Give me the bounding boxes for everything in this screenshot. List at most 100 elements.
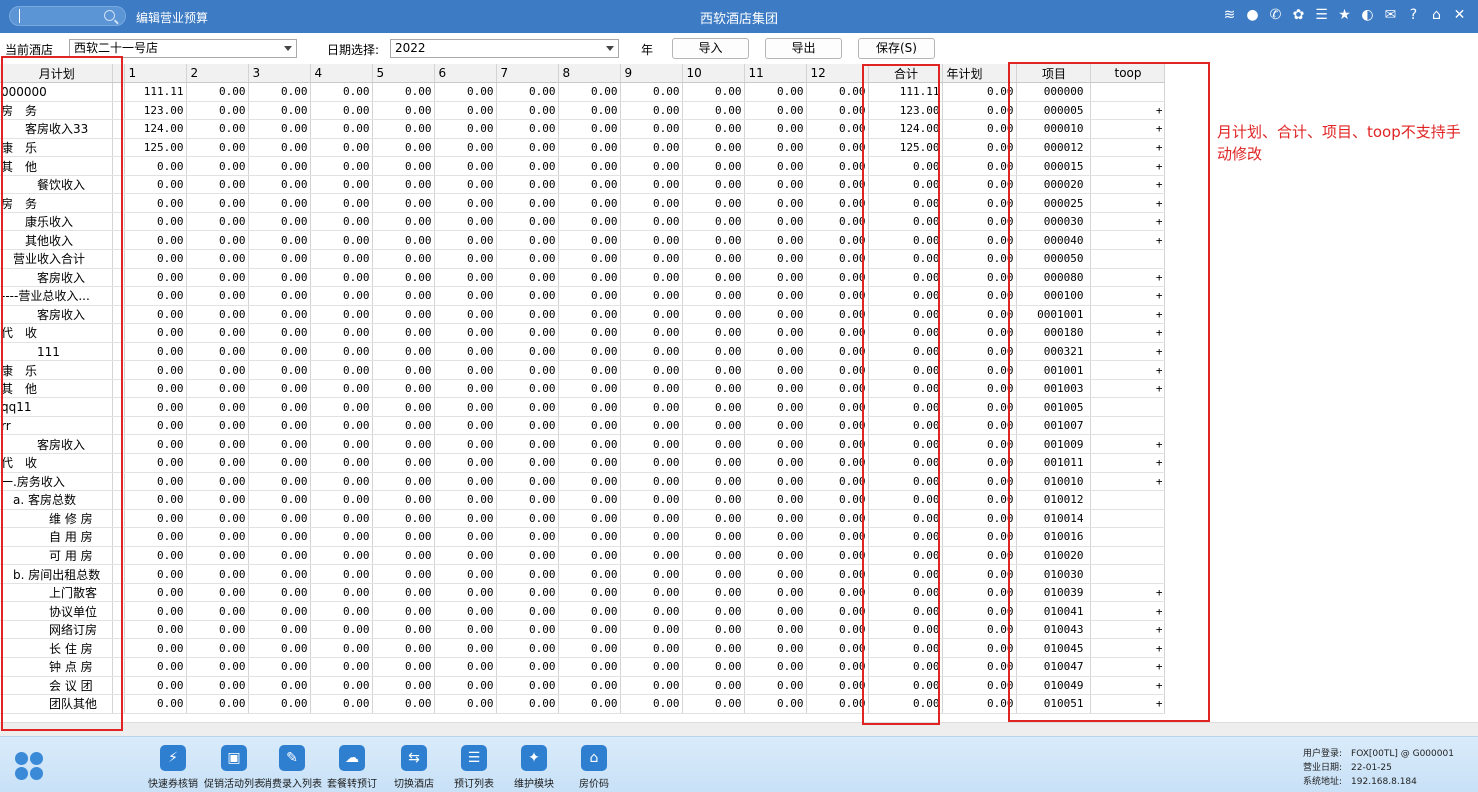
month-value-cell[interactable]: 0.00	[744, 323, 807, 343]
month-value-cell[interactable]: 0.00	[248, 434, 311, 454]
help-icon[interactable]: ?	[1405, 7, 1422, 24]
month-value-cell[interactable]: 0.00	[434, 82, 497, 102]
month-value-cell[interactable]: 0.00	[558, 583, 621, 603]
month-value-cell[interactable]: 0.00	[496, 342, 559, 362]
month-value-cell[interactable]: 0.00	[310, 305, 373, 325]
month-value-cell[interactable]: 0.00	[558, 360, 621, 380]
month-value-cell[interactable]: 0.00	[496, 416, 559, 436]
month-value-cell[interactable]: 0.00	[248, 657, 311, 677]
dock-item[interactable]: ⚡ 快速券核销	[138, 745, 208, 790]
year-plan-cell[interactable]: 0.00	[942, 601, 1017, 621]
close-icon[interactable]: ✕	[1451, 7, 1468, 24]
month-value-cell[interactable]: 0.00	[310, 138, 373, 158]
year-plan-cell[interactable]: 0.00	[942, 509, 1017, 529]
month-value-cell[interactable]: 0.00	[496, 268, 559, 288]
month-value-cell[interactable]: 0.00	[372, 397, 435, 417]
month-value-cell[interactable]: 0.00	[186, 286, 249, 306]
month-value-cell[interactable]: 0.00	[744, 138, 807, 158]
year-plan-cell[interactable]: 0.00	[942, 657, 1017, 677]
month-value-cell[interactable]: 0.00	[620, 249, 683, 269]
month-value-cell[interactable]: 0.00	[434, 268, 497, 288]
month-value-cell[interactable]: 0.00	[372, 230, 435, 250]
month-value-cell[interactable]: 0.00	[558, 416, 621, 436]
month-value-cell[interactable]: 0.00	[682, 286, 745, 306]
month-value-cell[interactable]: 0.00	[558, 453, 621, 473]
month-value-cell[interactable]: 0.00	[496, 82, 559, 102]
year-plan-cell[interactable]: 0.00	[942, 434, 1017, 454]
month-value-cell[interactable]: 0.00	[124, 676, 187, 696]
month-value-cell[interactable]: 0.00	[248, 82, 311, 102]
month-value-cell[interactable]: 0.00	[620, 620, 683, 640]
month-value-cell[interactable]: 0.00	[434, 286, 497, 306]
month-value-cell[interactable]: 0.00	[558, 249, 621, 269]
month-value-cell[interactable]: 0.00	[744, 230, 807, 250]
month-value-cell[interactable]: 0.00	[806, 249, 869, 269]
month-value-cell[interactable]: 0.00	[620, 119, 683, 139]
month-value-cell[interactable]: 0.00	[124, 249, 187, 269]
month-value-cell[interactable]: 0.00	[434, 323, 497, 343]
month-value-cell[interactable]: 0.00	[558, 546, 621, 566]
month-value-cell[interactable]: 0.00	[434, 638, 497, 658]
month-value-cell[interactable]: 0.00	[744, 509, 807, 529]
month-value-cell[interactable]: 0.00	[310, 268, 373, 288]
month-value-cell[interactable]: 0.00	[496, 286, 559, 306]
month-value-cell[interactable]: 0.00	[124, 453, 187, 473]
month-value-cell[interactable]: 0.00	[186, 620, 249, 640]
month-value-cell[interactable]: 0.00	[558, 527, 621, 547]
year-plan-cell[interactable]: 0.00	[942, 583, 1017, 603]
month-value-cell[interactable]: 0.00	[682, 416, 745, 436]
month-value-cell[interactable]: 0.00	[372, 138, 435, 158]
month-value-cell[interactable]: 0.00	[434, 657, 497, 677]
month-value-cell[interactable]: 0.00	[682, 583, 745, 603]
month-value-cell[interactable]: 0.00	[806, 175, 869, 195]
month-value-cell[interactable]: 0.00	[434, 138, 497, 158]
month-value-cell[interactable]: 0.00	[186, 342, 249, 362]
month-value-cell[interactable]: 0.00	[434, 156, 497, 176]
month-value-cell[interactable]: 0.00	[682, 323, 745, 343]
year-plan-cell[interactable]: 0.00	[942, 268, 1017, 288]
month-value-cell[interactable]: 0.00	[558, 509, 621, 529]
month-value-cell[interactable]: 0.00	[682, 268, 745, 288]
wrench-icon[interactable]: ✦	[521, 745, 547, 771]
month-value-cell[interactable]: 0.00	[372, 694, 435, 714]
month-value-cell[interactable]: 0.00	[558, 268, 621, 288]
month-value-cell[interactable]: 0.00	[310, 472, 373, 492]
year-plan-cell[interactable]: 0.00	[942, 156, 1017, 176]
month-value-cell[interactable]: 0.00	[744, 156, 807, 176]
month-value-cell[interactable]: 0.00	[248, 193, 311, 213]
month-value-cell[interactable]: 0.00	[310, 119, 373, 139]
year-plan-cell[interactable]: 0.00	[942, 82, 1017, 102]
month-value-cell[interactable]: 0.00	[434, 472, 497, 492]
month-value-cell[interactable]: 0.00	[248, 453, 311, 473]
month-value-cell[interactable]: 0.00	[682, 249, 745, 269]
save-button[interactable]: 保存(S)	[858, 38, 935, 59]
month-value-cell[interactable]: 0.00	[372, 601, 435, 621]
year-plan-cell[interactable]: 0.00	[942, 676, 1017, 696]
month-value-cell[interactable]: 0.00	[372, 193, 435, 213]
chevron-down-icon[interactable]	[606, 46, 614, 51]
month-value-cell[interactable]: 0.00	[558, 657, 621, 677]
month-value-cell[interactable]: 0.00	[496, 101, 559, 121]
month-value-cell[interactable]: 0.00	[310, 601, 373, 621]
month-value-cell[interactable]: 0.00	[744, 620, 807, 640]
month-value-cell[interactable]: 0.00	[806, 601, 869, 621]
month-value-cell[interactable]: 0.00	[310, 286, 373, 306]
month-value-cell[interactable]: 0.00	[496, 212, 559, 232]
year-plan-cell[interactable]: 0.00	[942, 379, 1017, 399]
month-value-cell[interactable]: 0.00	[248, 564, 311, 584]
month-value-cell[interactable]: 0.00	[124, 620, 187, 640]
month-value-cell[interactable]: 0.00	[744, 676, 807, 696]
dock-item[interactable]: ☁ 套餐转预订	[317, 745, 387, 790]
month-value-cell[interactable]: 0.00	[248, 397, 311, 417]
month-value-cell[interactable]: 0.00	[806, 583, 869, 603]
month-value-cell[interactable]: 0.00	[186, 546, 249, 566]
wifi-icon[interactable]: ≋	[1221, 7, 1238, 24]
month-value-cell[interactable]: 0.00	[248, 230, 311, 250]
month-value-cell[interactable]: 0.00	[124, 694, 187, 714]
month-value-cell[interactable]: 0.00	[806, 268, 869, 288]
month-value-cell[interactable]: 0.00	[372, 676, 435, 696]
theme-icon[interactable]: ◐	[1359, 7, 1376, 24]
month-value-cell[interactable]: 0.00	[248, 286, 311, 306]
month-value-cell[interactable]: 0.00	[124, 546, 187, 566]
month-value-cell[interactable]: 0.00	[806, 138, 869, 158]
